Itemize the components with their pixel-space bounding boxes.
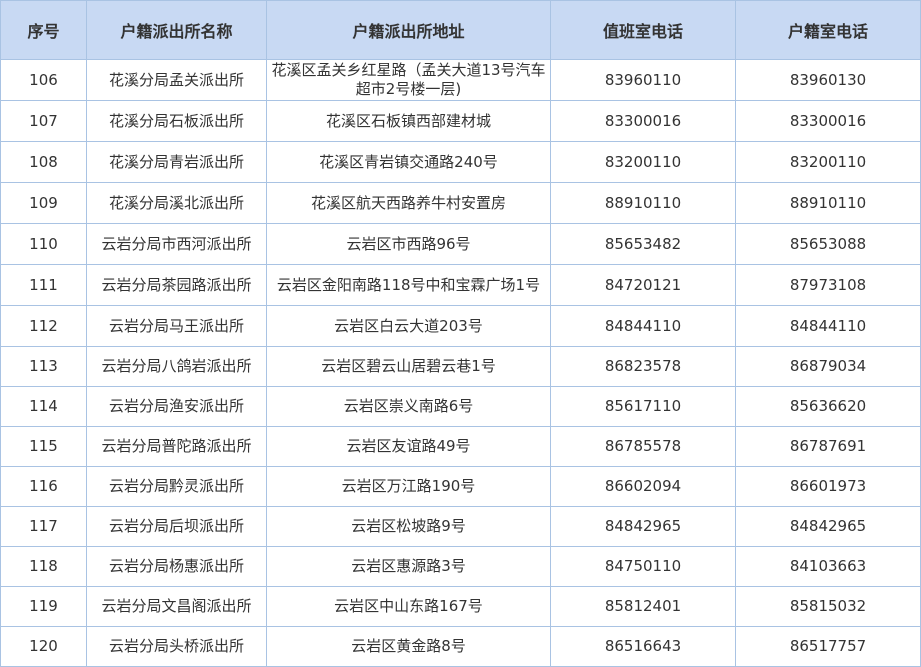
cell-registry-phone: 88910110 — [735, 182, 921, 224]
cell-duty-phone: 83300016 — [550, 100, 736, 142]
cell-registry-phone: 87973108 — [735, 264, 921, 306]
cell-serial-number: 110 — [0, 223, 87, 265]
cell-duty-phone: 85812401 — [550, 586, 736, 627]
cell-station-name: 云岩分局文昌阁派出所 — [86, 586, 267, 627]
table-header-row: 序号 户籍派出所名称 户籍派出所地址 值班室电话 户籍室电话 — [0, 0, 921, 60]
cell-station-address: 云岩区惠源路3号 — [266, 546, 551, 587]
table-row: 115 云岩分局普陀路派出所 云岩区友谊路49号 86785578 867876… — [0, 426, 921, 467]
cell-serial-number: 107 — [0, 100, 87, 142]
table-row: 116 云岩分局黔灵派出所 云岩区万江路190号 86602094 866019… — [0, 466, 921, 507]
cell-registry-phone: 85636620 — [735, 386, 921, 427]
cell-registry-phone: 86601973 — [735, 466, 921, 507]
cell-duty-phone: 84842965 — [550, 506, 736, 547]
cell-station-address: 花溪区航天西路养牛村安置房 — [266, 182, 551, 224]
cell-duty-phone: 84720121 — [550, 264, 736, 306]
cell-station-name: 花溪分局溪北派出所 — [86, 182, 267, 224]
cell-serial-number: 119 — [0, 586, 87, 627]
table-row: 106 花溪分局孟关派出所 花溪区孟关乡红星路（孟关大道13号汽车超市2号楼一层… — [0, 59, 921, 101]
cell-serial-number: 116 — [0, 466, 87, 507]
cell-duty-phone: 84844110 — [550, 305, 736, 347]
cell-station-address: 云岩区崇义南路6号 — [266, 386, 551, 427]
cell-duty-phone: 84750110 — [550, 546, 736, 587]
header-station-address: 户籍派出所地址 — [266, 0, 551, 60]
cell-duty-phone: 83200110 — [550, 141, 736, 183]
cell-station-address: 云岩区中山东路167号 — [266, 586, 551, 627]
cell-registry-phone: 86787691 — [735, 426, 921, 467]
cell-registry-phone: 85653088 — [735, 223, 921, 265]
table-row: 117 云岩分局后坝派出所 云岩区松坡路9号 84842965 84842965 — [0, 506, 921, 547]
cell-serial-number: 120 — [0, 626, 87, 667]
table-row: 110 云岩分局市西河派出所 云岩区市西路96号 85653482 856530… — [0, 223, 921, 265]
cell-serial-number: 108 — [0, 141, 87, 183]
cell-station-name: 云岩分局黔灵派出所 — [86, 466, 267, 507]
cell-registry-phone: 84844110 — [735, 305, 921, 347]
cell-station-name: 花溪分局青岩派出所 — [86, 141, 267, 183]
header-registry-phone: 户籍室电话 — [735, 0, 921, 60]
cell-station-address: 花溪区青岩镇交通路240号 — [266, 141, 551, 183]
cell-registry-phone: 83200110 — [735, 141, 921, 183]
cell-registry-phone: 86879034 — [735, 346, 921, 387]
cell-duty-phone: 85653482 — [550, 223, 736, 265]
cell-serial-number: 109 — [0, 182, 87, 224]
cell-station-address: 云岩区黄金路8号 — [266, 626, 551, 667]
cell-serial-number: 115 — [0, 426, 87, 467]
header-station-name: 户籍派出所名称 — [86, 0, 267, 60]
cell-station-address: 云岩区白云大道203号 — [266, 305, 551, 347]
cell-serial-number: 112 — [0, 305, 87, 347]
cell-registry-phone: 86517757 — [735, 626, 921, 667]
cell-duty-phone: 86516643 — [550, 626, 736, 667]
cell-station-name: 云岩分局市西河派出所 — [86, 223, 267, 265]
cell-serial-number: 118 — [0, 546, 87, 587]
cell-serial-number: 113 — [0, 346, 87, 387]
cell-serial-number: 114 — [0, 386, 87, 427]
cell-duty-phone: 83960110 — [550, 59, 736, 101]
cell-station-name: 云岩分局后坝派出所 — [86, 506, 267, 547]
cell-station-address: 云岩区万江路190号 — [266, 466, 551, 507]
cell-station-name: 云岩分局渔安派出所 — [86, 386, 267, 427]
cell-station-address: 云岩区友谊路49号 — [266, 426, 551, 467]
header-serial-number: 序号 — [0, 0, 87, 60]
cell-station-name: 云岩分局茶园路派出所 — [86, 264, 267, 306]
cell-station-address: 云岩区市西路96号 — [266, 223, 551, 265]
cell-registry-phone: 85815032 — [735, 586, 921, 627]
table-row: 112 云岩分局马王派出所 云岩区白云大道203号 84844110 84844… — [0, 305, 921, 347]
cell-duty-phone: 88910110 — [550, 182, 736, 224]
table-row: 111 云岩分局茶园路派出所 云岩区金阳南路118号中和宝霖广场1号 84720… — [0, 264, 921, 306]
cell-station-name: 云岩分局头桥派出所 — [86, 626, 267, 667]
cell-station-address: 云岩区金阳南路118号中和宝霖广场1号 — [266, 264, 551, 306]
cell-station-name: 云岩分局八鸽岩派出所 — [86, 346, 267, 387]
cell-duty-phone: 86823578 — [550, 346, 736, 387]
cell-registry-phone: 84842965 — [735, 506, 921, 547]
table-row: 109 花溪分局溪北派出所 花溪区航天西路养牛村安置房 88910110 889… — [0, 182, 921, 224]
cell-duty-phone: 85617110 — [550, 386, 736, 427]
cell-registry-phone: 84103663 — [735, 546, 921, 587]
table-row: 114 云岩分局渔安派出所 云岩区崇义南路6号 85617110 8563662… — [0, 386, 921, 427]
cell-serial-number: 106 — [0, 59, 87, 101]
police-station-table: 序号 户籍派出所名称 户籍派出所地址 值班室电话 户籍室电话 106 花溪分局孟… — [0, 0, 921, 667]
cell-serial-number: 111 — [0, 264, 87, 306]
cell-station-name: 云岩分局普陀路派出所 — [86, 426, 267, 467]
cell-station-name: 云岩分局杨惠派出所 — [86, 546, 267, 587]
cell-duty-phone: 86602094 — [550, 466, 736, 507]
table-row: 113 云岩分局八鸽岩派出所 云岩区碧云山居碧云巷1号 86823578 868… — [0, 346, 921, 387]
table-row: 107 花溪分局石板派出所 花溪区石板镇西部建材城 83300016 83300… — [0, 100, 921, 142]
cell-station-name: 云岩分局马王派出所 — [86, 305, 267, 347]
cell-station-address: 花溪区孟关乡红星路（孟关大道13号汽车超市2号楼一层) — [266, 59, 551, 101]
cell-duty-phone: 86785578 — [550, 426, 736, 467]
cell-station-address: 云岩区松坡路9号 — [266, 506, 551, 547]
cell-registry-phone: 83300016 — [735, 100, 921, 142]
cell-station-name: 花溪分局石板派出所 — [86, 100, 267, 142]
cell-station-address: 花溪区石板镇西部建材城 — [266, 100, 551, 142]
cell-registry-phone: 83960130 — [735, 59, 921, 101]
cell-station-address: 云岩区碧云山居碧云巷1号 — [266, 346, 551, 387]
cell-station-name: 花溪分局孟关派出所 — [86, 59, 267, 101]
header-duty-phone: 值班室电话 — [550, 0, 736, 60]
cell-serial-number: 117 — [0, 506, 87, 547]
table-row: 118 云岩分局杨惠派出所 云岩区惠源路3号 84750110 84103663 — [0, 546, 921, 587]
table-row: 119 云岩分局文昌阁派出所 云岩区中山东路167号 85812401 8581… — [0, 586, 921, 627]
table-row: 120 云岩分局头桥派出所 云岩区黄金路8号 86516643 86517757 — [0, 626, 921, 667]
table-row: 108 花溪分局青岩派出所 花溪区青岩镇交通路240号 83200110 832… — [0, 141, 921, 183]
